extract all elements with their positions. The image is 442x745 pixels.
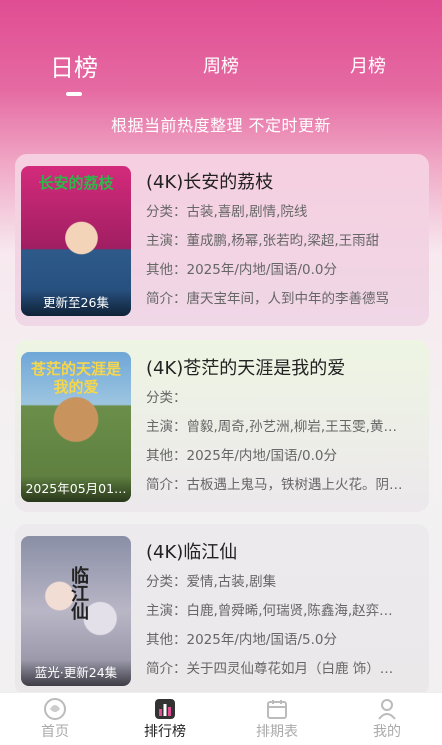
item-title[interactable]: (4K)临江仙 bbox=[146, 538, 421, 568]
home-icon bbox=[44, 698, 66, 720]
list-item[interactable]: 苍茫的天涯是我的爱 2025年05月01… (4K)苍茫的天涯是我的爱 分类： … bbox=[15, 340, 429, 512]
poster-image[interactable]: 苍茫的天涯是我的爱 2025年05月01… bbox=[21, 352, 131, 502]
nav-ranking-label: 排行榜 bbox=[144, 724, 186, 740]
item-cast: 主演：董成鹏,杨幂,张若昀,梁超,王雨甜 bbox=[146, 233, 380, 249]
item-other: 其他：2025年/内地/国语/0.0分 bbox=[146, 262, 337, 278]
item-intro: 简介：唐天宝年间，人到中年的李善德骂 bbox=[146, 291, 389, 307]
poster-image[interactable]: 长安的荔枝 更新至26集 bbox=[21, 166, 131, 316]
bottom-nav: 首页 排行榜 排期表 我的 bbox=[0, 692, 442, 745]
item-other: 其他：2025年/内地/国语/0.0分 bbox=[146, 448, 337, 464]
poster-title: 长安的荔枝 bbox=[38, 174, 114, 192]
tab-weekly[interactable]: 周榜 bbox=[203, 52, 239, 78]
tab-monthly[interactable]: 月榜 bbox=[350, 52, 386, 78]
nav-home[interactable]: 首页 bbox=[0, 695, 110, 741]
item-genre: 分类： bbox=[146, 390, 187, 406]
item-genre: 分类：古装,喜剧,剧情,院线 bbox=[146, 204, 308, 220]
item-title[interactable]: (4K)苍茫的天涯是我的爱 bbox=[146, 354, 421, 384]
episode-badge: 2025年05月01… bbox=[21, 476, 131, 502]
item-cast: 主演：曾毅,周奇,孙艺洲,柳岩,王玉雯,黄… bbox=[146, 419, 397, 435]
ranking-icon bbox=[155, 699, 175, 719]
active-tab-indicator bbox=[66, 92, 82, 96]
episode-badge: 蓝光·更新24集 bbox=[21, 660, 131, 686]
episode-badge: 更新至26集 bbox=[21, 290, 131, 316]
nav-mine[interactable]: 我的 bbox=[332, 695, 442, 741]
tab-daily[interactable]: 日榜 bbox=[50, 48, 98, 83]
list-item[interactable]: 临江仙 蓝光·更新24集 (4K)临江仙 分类：爱情,古装,剧集 主演：白鹿,曾… bbox=[15, 524, 429, 696]
poster-title: 苍茫的天涯是我的爱 bbox=[30, 360, 121, 396]
item-title[interactable]: (4K)长安的荔枝 bbox=[146, 168, 421, 198]
ranking-subtitle: 根据当前热度整理 不定时更新 bbox=[110, 116, 332, 135]
nav-schedule-label: 排期表 bbox=[256, 724, 298, 740]
poster-image[interactable]: 临江仙 蓝光·更新24集 bbox=[21, 536, 131, 686]
nav-mine-label: 我的 bbox=[373, 724, 401, 740]
item-intro: 简介：古板遇上鬼马，铁树遇上火花。阴… bbox=[146, 477, 403, 493]
nav-ranking[interactable]: 排行榜 bbox=[110, 695, 220, 741]
item-cast: 主演：白鹿,曾舜晞,何瑞贤,陈鑫海,赵弈… bbox=[146, 603, 393, 619]
calendar-icon bbox=[267, 700, 287, 719]
item-intro: 简介：关于四灵仙尊花如月（白鹿 饰）… bbox=[146, 661, 394, 677]
item-genre: 分类：爱情,古装,剧集 bbox=[146, 574, 277, 590]
nav-home-label: 首页 bbox=[41, 724, 69, 740]
list-item[interactable]: 长安的荔枝 更新至26集 (4K)长安的荔枝 分类：古装,喜剧,剧情,院线 主演… bbox=[15, 154, 429, 326]
item-other: 其他：2025年/内地/国语/5.0分 bbox=[146, 632, 337, 648]
nav-schedule[interactable]: 排期表 bbox=[222, 695, 332, 741]
poster-title: 临江仙 bbox=[68, 566, 89, 620]
user-icon bbox=[378, 699, 396, 720]
